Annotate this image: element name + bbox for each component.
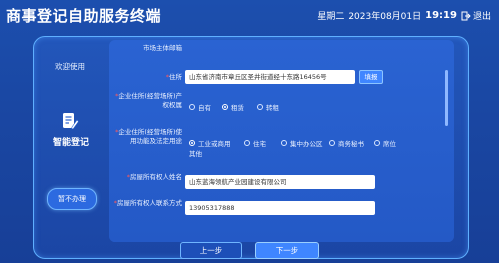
radio-seat[interactable]: 席位: [374, 138, 396, 148]
previous-step-button[interactable]: 上一步: [180, 242, 242, 259]
exit-button[interactable]: 退出: [461, 9, 491, 22]
owner-contact-input[interactable]: 13905317888: [185, 201, 375, 215]
weekday: 星期二: [317, 12, 345, 22]
field-label: 市场主体邮箱: [143, 44, 182, 52]
radio-dot: [189, 104, 195, 110]
radio-own[interactable]: 自有: [189, 102, 211, 112]
clock: 19:19: [425, 10, 457, 21]
radio-lease[interactable]: 租赁: [222, 102, 244, 112]
address-input[interactable]: 山东省济南市章丘区圣井街道经十东路16456号: [185, 70, 355, 84]
radio-dot: [281, 140, 287, 146]
radio-other[interactable]: 其他: [189, 148, 202, 158]
app-title: 商事登记自助服务终端: [6, 7, 162, 25]
radio-dot: [244, 140, 250, 146]
radio-dot: [329, 140, 335, 146]
exit-icon: [461, 11, 471, 20]
field-label: *企业住所(经营场所)产权权属: [115, 92, 182, 109]
pause-button[interactable]: 暂不办理: [47, 188, 97, 210]
field-label: *房屋所有权人姓名: [126, 173, 182, 181]
radio-commercial[interactable]: 工业或商用: [189, 138, 231, 148]
welcome-text: 欢迎使用: [55, 62, 85, 71]
radio-shared-office[interactable]: 集中办公区: [281, 138, 323, 148]
radio-dot: [222, 104, 228, 110]
scroll-fade: [109, 230, 454, 242]
radio-dot: [257, 104, 263, 110]
radio-sublease[interactable]: 转租: [257, 102, 279, 112]
field-label: *住所: [165, 73, 182, 81]
owner-name-input[interactable]: 山东蓝海领航产业园建设有限公司: [185, 175, 375, 189]
next-step-button[interactable]: 下一步: [255, 242, 319, 259]
document-edit-icon: [63, 113, 79, 130]
top-bar: 商事登记自助服务终端 星期二 2023年08月01日 19:19 退出: [0, 0, 499, 30]
exit-label: 退出: [472, 12, 491, 22]
field-label: *企业住所(经营场所)使用功能及法定用途: [115, 128, 182, 145]
service-name: 智能登记: [52, 138, 89, 148]
field-label: *房屋所有权人联系方式: [113, 199, 182, 207]
radio-residential[interactable]: 住宅: [244, 138, 266, 148]
form-scrollbar[interactable]: [445, 70, 448, 126]
date: 2023年08月01日: [348, 12, 422, 22]
fill-address-button[interactable]: 填报: [359, 70, 383, 84]
radio-dot: [189, 140, 195, 146]
radio-dot: [374, 140, 380, 146]
radio-business-secretary[interactable]: 商务秘书: [329, 138, 364, 148]
status-bar: 星期二 2023年08月01日 19:19 退出: [317, 9, 491, 22]
registration-form: 市场主体邮箱 *住所 山东省济南市章丘区圣井街道经十东路16456号 填报 *企…: [109, 40, 454, 242]
